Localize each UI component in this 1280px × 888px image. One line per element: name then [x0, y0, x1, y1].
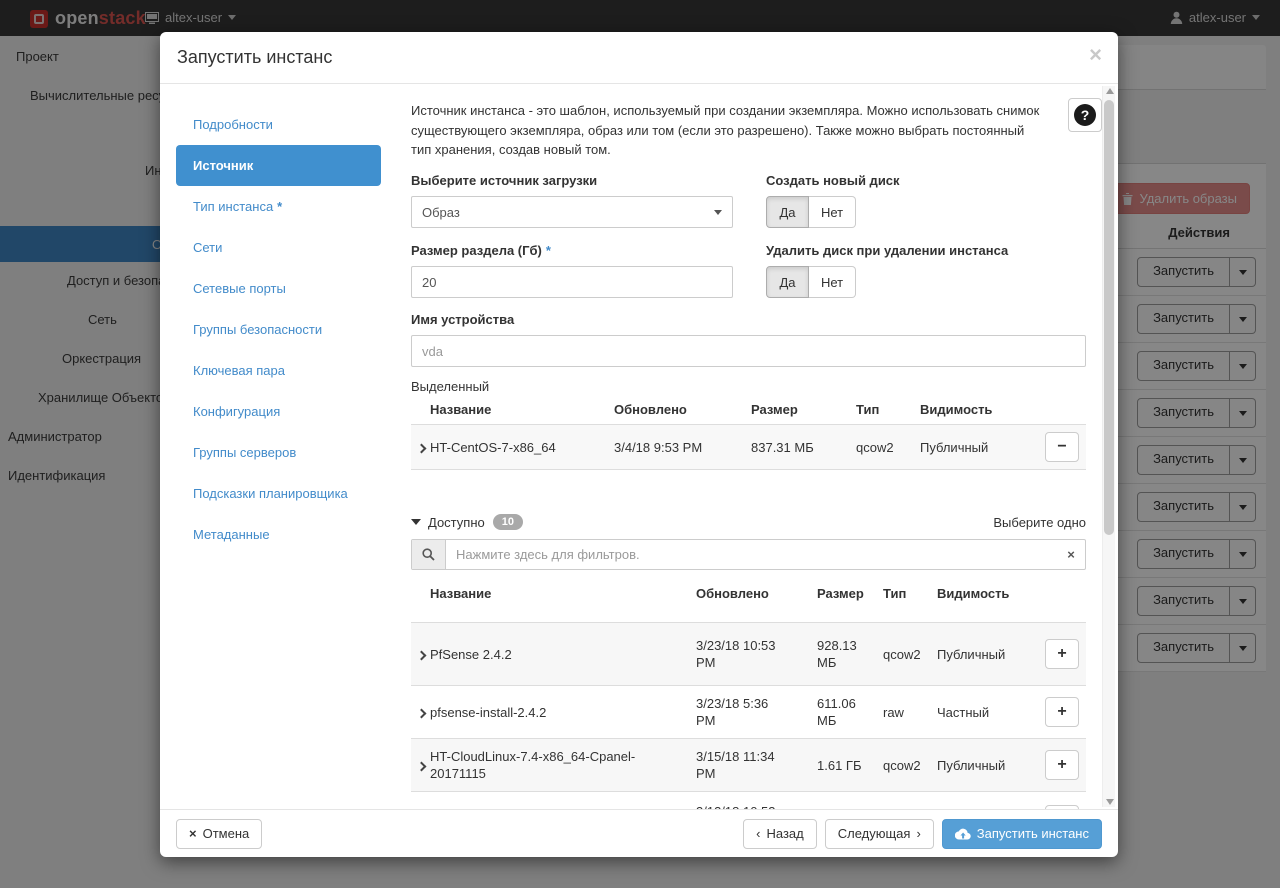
- cloud-upload-icon: [955, 828, 971, 840]
- expand-chevron-icon[interactable]: [411, 647, 430, 662]
- allocated-row: HT-CentOS-7-x86_64 3/4/18 9:53 PM 837.31…: [411, 424, 1086, 470]
- add-image-button[interactable]: +: [1045, 697, 1079, 727]
- device-name-input[interactable]: [411, 335, 1086, 367]
- delete-volume-label: Удалить диск при удалении инстанса: [766, 243, 1008, 258]
- launch-instance-button[interactable]: Запустить инстанс: [942, 819, 1102, 849]
- available-row: ru_win_2012_r2 3/13/18 10:53 PM 4.03 ГБ …: [411, 791, 1086, 809]
- collapse-chevron-icon[interactable]: [411, 519, 421, 525]
- create-volume-toggle: Да Нет: [766, 196, 856, 228]
- add-image-button[interactable]: +: [1045, 750, 1079, 780]
- delete-volume-yes-button[interactable]: Да: [766, 266, 809, 298]
- close-icon[interactable]: ×: [1089, 44, 1102, 66]
- x-icon: ×: [189, 826, 197, 841]
- clear-filter-icon[interactable]: ×: [1057, 540, 1085, 569]
- boot-source-label: Выберите источник загрузки: [411, 173, 597, 188]
- create-volume-no-button[interactable]: Нет: [809, 196, 856, 228]
- cancel-button[interactable]: × Отмена: [176, 819, 262, 849]
- delete-volume-toggle: Да Нет: [766, 266, 856, 298]
- allocated-section-title: Выделенный: [411, 379, 489, 394]
- available-row: pfsense-install-2.4.2 3/23/18 5:36 PM 61…: [411, 685, 1086, 738]
- remove-image-button[interactable]: −: [1045, 432, 1079, 462]
- wizard-step-metadata[interactable]: Метаданные: [176, 514, 381, 555]
- launch-instance-modal: Запустить инстанс × Подробности Источник…: [160, 32, 1118, 857]
- modal-title: Запустить инстанс: [177, 47, 332, 68]
- step-description: Источник инстанса - это шаблон, использу…: [411, 101, 1048, 160]
- chevron-left-icon: ‹: [756, 826, 760, 841]
- wizard-step-details[interactable]: Подробности: [176, 104, 381, 145]
- available-table-header: Название Обновлено Размер Тип Видимость: [411, 586, 1086, 609]
- wizard-step-configuration[interactable]: Конфигурация: [176, 391, 381, 432]
- available-section-title: Доступно: [428, 515, 485, 530]
- create-volume-yes-button[interactable]: Да: [766, 196, 809, 228]
- wizard-step-networks[interactable]: Сети: [176, 227, 381, 268]
- chevron-right-icon: ›: [916, 826, 920, 841]
- expand-chevron-icon[interactable]: [411, 758, 430, 773]
- available-row: PfSense 2.4.2 3/23/18 10:53 PM 928.13 МБ…: [411, 622, 1086, 685]
- question-icon: ?: [1074, 104, 1096, 126]
- wizard-nav: Подробности Источник Тип инстанса* Сети …: [176, 104, 396, 555]
- scroll-up-arrow-icon[interactable]: [1106, 88, 1114, 94]
- wizard-step-keypair[interactable]: Ключевая пара: [176, 350, 381, 391]
- volume-size-input[interactable]: [411, 266, 733, 298]
- add-image-button[interactable]: +: [1045, 639, 1079, 669]
- wizard-step-flavor[interactable]: Тип инстанса*: [176, 186, 381, 227]
- chevron-down-icon: [714, 210, 722, 215]
- source-step-content: Источник инстанса - это шаблон, использу…: [411, 84, 1086, 809]
- volume-size-label: Размер раздела (Гб)*: [411, 243, 551, 258]
- modal-footer: × Отмена ‹ Назад Следующая › Запустить и…: [160, 809, 1118, 857]
- expand-chevron-icon[interactable]: [411, 705, 430, 720]
- filter-bar: ×: [411, 539, 1086, 570]
- device-name-label: Имя устройства: [411, 312, 514, 327]
- next-button[interactable]: Следующая ›: [825, 819, 934, 849]
- available-section-header: Доступно 10 Выберите одно: [411, 514, 1086, 530]
- available-count-badge: 10: [493, 514, 523, 530]
- modal-header: Запустить инстанс ×: [160, 32, 1118, 84]
- filter-input[interactable]: [446, 540, 1057, 569]
- wizard-step-ports[interactable]: Сетевые порты: [176, 268, 381, 309]
- available-table: PfSense 2.4.2 3/23/18 10:53 PM 928.13 МБ…: [411, 622, 1086, 809]
- search-icon: [412, 540, 446, 569]
- back-button[interactable]: ‹ Назад: [743, 819, 817, 849]
- wizard-step-server-groups[interactable]: Группы серверов: [176, 432, 381, 473]
- boot-source-select[interactable]: Образ: [411, 196, 733, 228]
- allocated-table-header: Название Обновлено Размер Тип Видимость: [411, 402, 1086, 417]
- delete-volume-no-button[interactable]: Нет: [809, 266, 856, 298]
- wizard-step-source[interactable]: Источник: [176, 145, 381, 186]
- scroll-down-arrow-icon[interactable]: [1106, 799, 1114, 805]
- scrollbar-thumb[interactable]: [1104, 100, 1114, 535]
- help-button[interactable]: ?: [1068, 98, 1102, 132]
- modal-scrollbar[interactable]: [1102, 86, 1115, 807]
- expand-chevron-icon[interactable]: [411, 440, 430, 455]
- select-hint: Выберите одно: [993, 515, 1086, 530]
- wizard-step-security-groups[interactable]: Группы безопасности: [176, 309, 381, 350]
- modal-body: Подробности Источник Тип инстанса* Сети …: [160, 84, 1118, 809]
- wizard-step-scheduler-hints[interactable]: Подсказки планировщика: [176, 473, 381, 514]
- create-volume-label: Создать новый диск: [766, 173, 900, 188]
- available-row: HT-CloudLinux-7.4-x86_64-Cpanel-20171115…: [411, 738, 1086, 791]
